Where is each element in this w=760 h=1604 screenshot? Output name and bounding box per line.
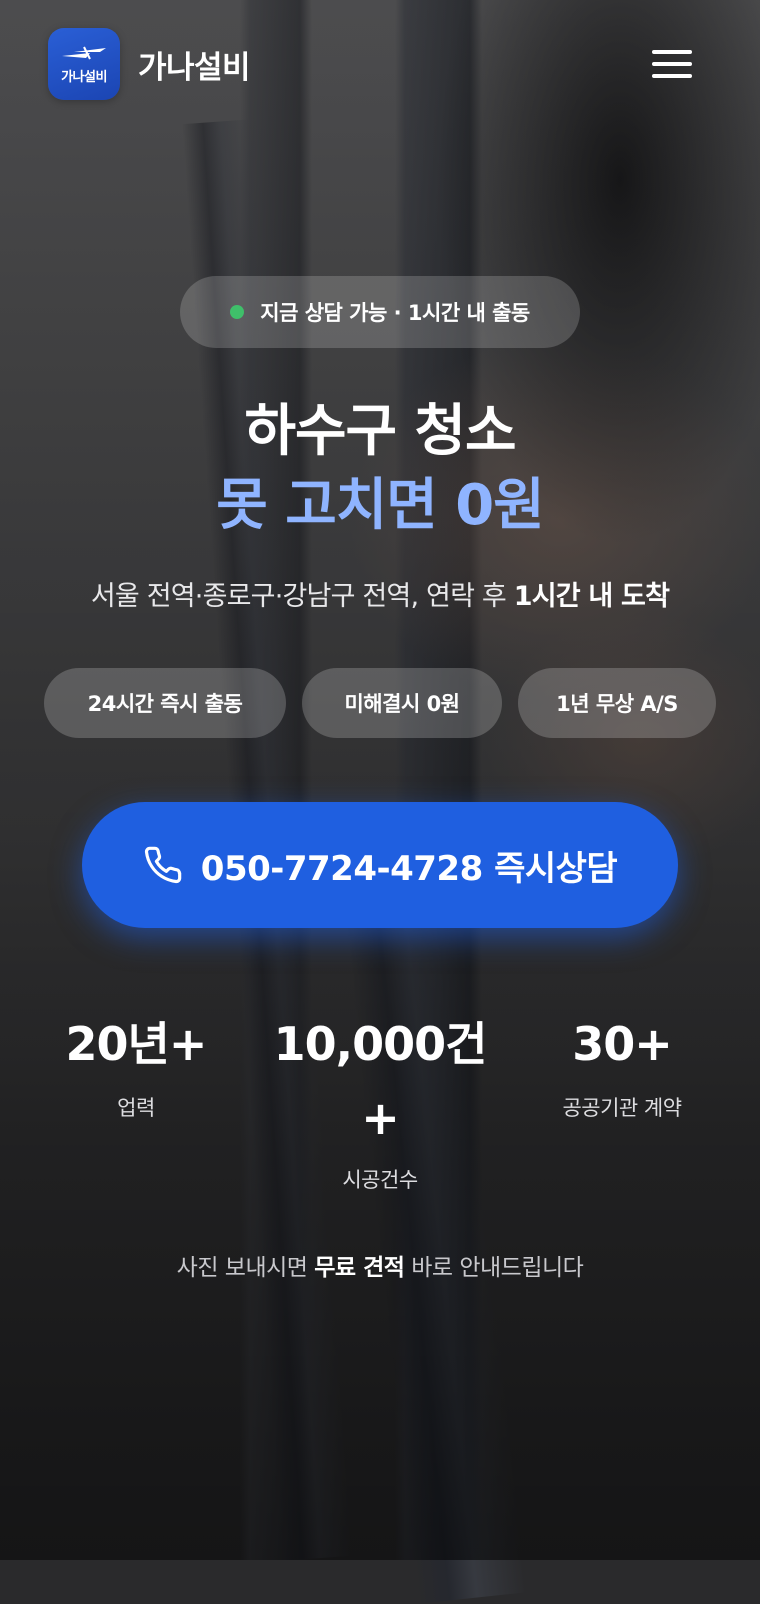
footnote-emphasis: 무료 견적: [314, 1255, 405, 1281]
hero-section: 가나설비 가나설비 지금 상담 가능 · 1시간 내 출동 하수구 청소 못 고…: [0, 0, 760, 1560]
availability-text: 지금 상담 가능 · 1시간 내 출동: [260, 301, 530, 325]
phone-icon: [144, 846, 182, 884]
service-area-emphasis: 1시간 내 도착: [513, 581, 670, 612]
footnote-suffix: 바로 안내드립니다: [404, 1255, 584, 1281]
availability-badge: 지금 상담 가능 · 1시간 내 출동: [180, 276, 580, 348]
free-estimate-note: 사진 보내시면 무료 견적 바로 안내드립니다: [0, 1248, 760, 1282]
menu-line: [652, 50, 692, 54]
brand-logo[interactable]: 가나설비: [48, 28, 120, 100]
service-area-prefix: 서울 전역·종로구·강남구 전역, 연락 후: [90, 581, 514, 612]
stat-public-contracts-label: 공공기관 계약: [562, 1096, 682, 1120]
feature-chip-no-fix-no-fee: 미해결시 0원: [302, 668, 502, 738]
headline-primary: 하수구 청소: [244, 399, 516, 464]
headline-accent: 못 고치면 0원: [216, 473, 545, 538]
call-consultation-button[interactable]: 050-7724-4728 즉시상담: [82, 802, 678, 928]
site-header: 가나설비 가나설비: [0, 0, 760, 128]
stat-projects-value: 10,000건: [273, 1017, 488, 1071]
stat-projects-plus: +: [361, 1091, 400, 1145]
stat-experience-value: 20년+: [65, 1017, 208, 1071]
brand-name[interactable]: 가나설비: [138, 42, 251, 87]
feature-chip-free-as: 1년 무상 A/S: [518, 668, 716, 738]
logo-wing-icon: [62, 46, 106, 60]
status-dot-icon: [230, 305, 245, 319]
hamburger-icon[interactable]: [648, 44, 696, 84]
logo-text: 가나설비: [61, 70, 107, 85]
stat-projects-label: 시공건수: [342, 1168, 418, 1192]
stat-experience-label: 업력: [117, 1096, 155, 1120]
service-area-text: 서울 전역·종로구·강남구 전역, 연락 후 1시간 내 도착: [0, 574, 760, 613]
feature-chip-24h-dispatch: 24시간 즉시 출동: [44, 668, 286, 738]
footnote-prefix: 사진 보내시면: [176, 1255, 315, 1281]
menu-line: [652, 62, 692, 66]
call-button-label: 050-7724-4728 즉시상담: [200, 848, 618, 889]
menu-line: [652, 74, 692, 78]
stat-public-contracts-value: 30+: [572, 1017, 673, 1071]
